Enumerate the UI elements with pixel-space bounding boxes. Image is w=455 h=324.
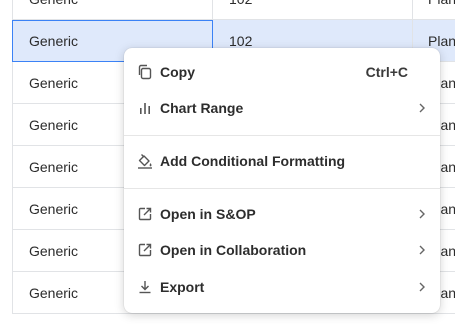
external-link-icon xyxy=(138,207,152,221)
menu-item-label: Open in S&OP xyxy=(160,206,256,222)
menu-item-export[interactable]: Export xyxy=(124,269,440,305)
menu-item-label: Chart Range xyxy=(160,100,244,116)
menu-item-chart-range[interactable]: Chart Range xyxy=(124,90,440,126)
menu-item-label: Copy xyxy=(160,64,195,80)
grid-cell[interactable]: Generic xyxy=(12,0,213,20)
chevron-right-icon xyxy=(419,209,425,219)
keyboard-shortcut: Ctrl+C xyxy=(365,64,408,80)
menu-divider xyxy=(124,188,440,189)
menu-divider xyxy=(124,135,440,136)
context-menu: Copy Ctrl+C Chart Range Add Conditional … xyxy=(124,48,440,313)
menu-item-add-conditional-formatting[interactable]: Add Conditional Formatting xyxy=(124,143,440,179)
chevron-right-icon xyxy=(419,282,425,292)
download-icon xyxy=(139,281,151,294)
menu-item-label: Export xyxy=(160,279,205,295)
paint-bucket-icon xyxy=(138,154,152,169)
chevron-right-icon xyxy=(419,245,425,255)
table-row[interactable]: Generic 102 Plan xyxy=(0,0,455,20)
external-link-icon xyxy=(138,243,152,257)
menu-item-label: Add Conditional Formatting xyxy=(160,153,346,169)
menu-item-label: Open in Collaboration xyxy=(160,242,307,258)
menu-item-open-in-collaboration[interactable]: Open in Collaboration xyxy=(124,232,440,268)
bar-chart-icon xyxy=(140,103,150,114)
menu-item-open-in-sop[interactable]: Open in S&OP xyxy=(124,196,440,232)
menu-item-copy[interactable]: Copy Ctrl+C xyxy=(124,54,440,90)
chevron-right-icon xyxy=(419,103,425,113)
grid-cell[interactable]: Plan xyxy=(413,0,455,20)
grid-cell[interactable]: 102 xyxy=(213,0,413,20)
copy-icon xyxy=(138,64,152,80)
